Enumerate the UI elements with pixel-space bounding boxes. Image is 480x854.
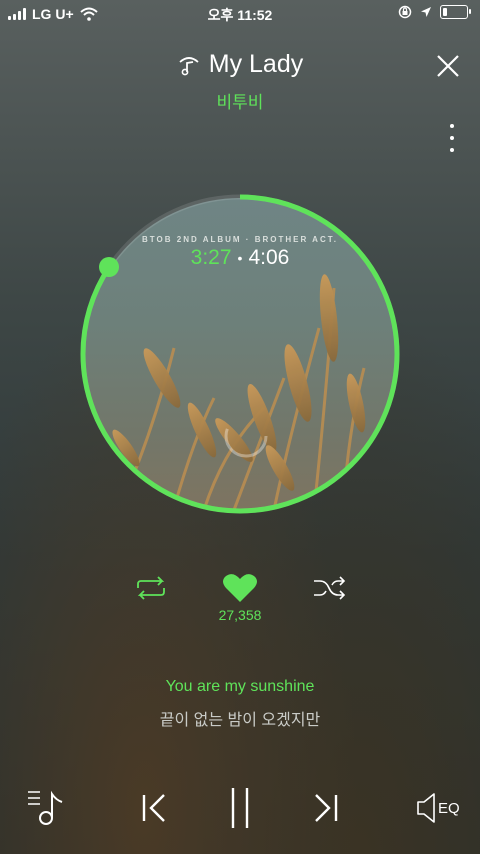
more-options-icon[interactable] <box>448 124 456 152</box>
close-icon[interactable] <box>434 52 462 80</box>
progress-ring[interactable] <box>78 192 402 516</box>
repeat-icon[interactable] <box>134 576 168 600</box>
next-lyric[interactable]: 끝이 없는 밤이 오겠지만 <box>0 706 480 730</box>
pause-icon[interactable] <box>226 786 254 830</box>
orientation-lock-icon <box>398 5 412 19</box>
shuffle-icon[interactable] <box>312 576 346 600</box>
album-art-player[interactable]: BTOB 2ND ALBUM · BROTHER ACT. 3:27 • 4:06 <box>78 192 402 516</box>
location-icon <box>421 7 431 17</box>
next-icon[interactable] <box>312 792 340 824</box>
battery-icon <box>440 5 471 19</box>
action-row <box>0 570 480 610</box>
playback-controls: EQ <box>0 780 480 836</box>
playlist-icon[interactable] <box>26 788 66 828</box>
song-header: My Lady <box>0 50 480 79</box>
artist-name[interactable]: 비투비 <box>0 88 480 113</box>
eq-button[interactable]: EQ <box>416 792 460 824</box>
eq-label: EQ <box>438 799 460 817</box>
battery-fill <box>443 8 448 16</box>
eq-icon <box>417 793 435 823</box>
song-title: My Lady <box>208 50 304 78</box>
current-lyric[interactable]: You are my sunshine <box>0 678 480 696</box>
status-right <box>398 5 471 19</box>
like-count: 27,358 <box>218 607 262 623</box>
lyrics-note-icon[interactable] <box>177 54 201 76</box>
heart-icon[interactable] <box>222 572 258 604</box>
previous-icon[interactable] <box>140 792 168 824</box>
status-bar: LG U+ 오후 11:52 <box>0 0 480 28</box>
